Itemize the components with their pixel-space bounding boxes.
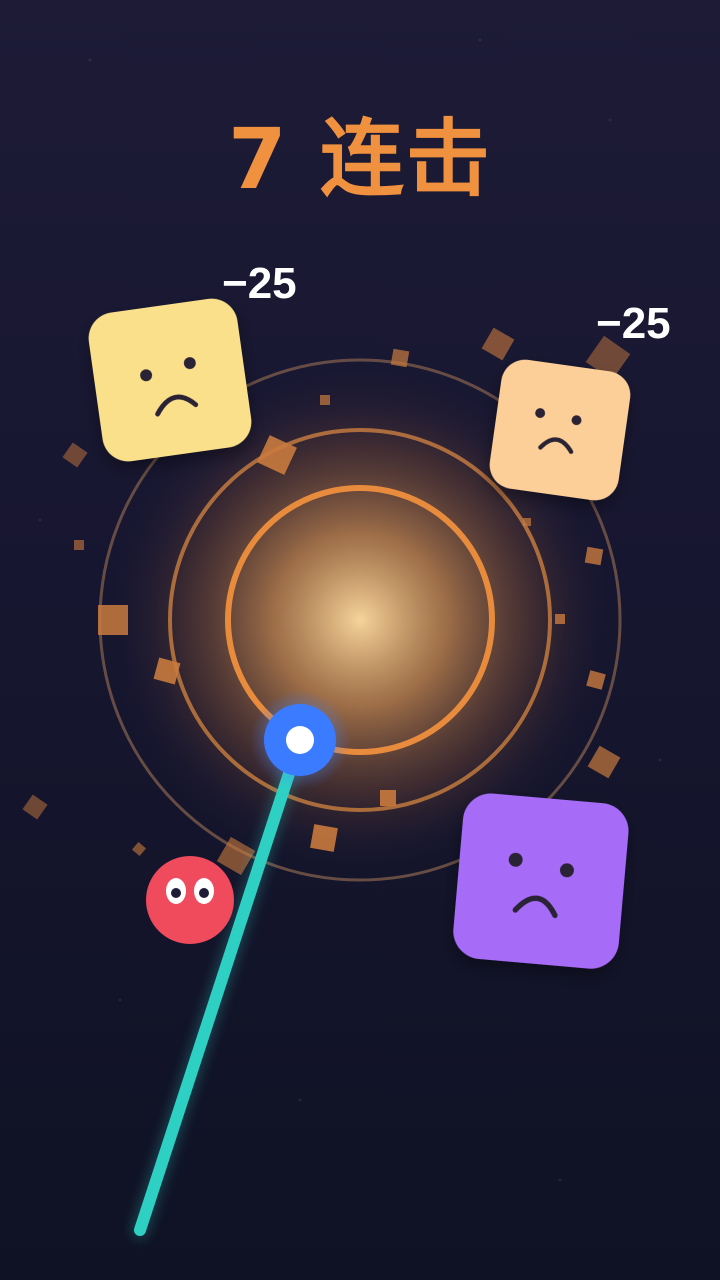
damage-popup-peach: −25 xyxy=(596,299,671,348)
player-ball[interactable] xyxy=(146,856,234,944)
yellow-block[interactable] xyxy=(85,295,254,464)
combo-counter: 7 连击 xyxy=(228,110,492,208)
damage-popup-yellow: −25 xyxy=(222,259,297,308)
launcher-orb[interactable] xyxy=(250,690,350,790)
peach-block[interactable] xyxy=(487,357,634,504)
purple-block[interactable] xyxy=(451,791,631,971)
